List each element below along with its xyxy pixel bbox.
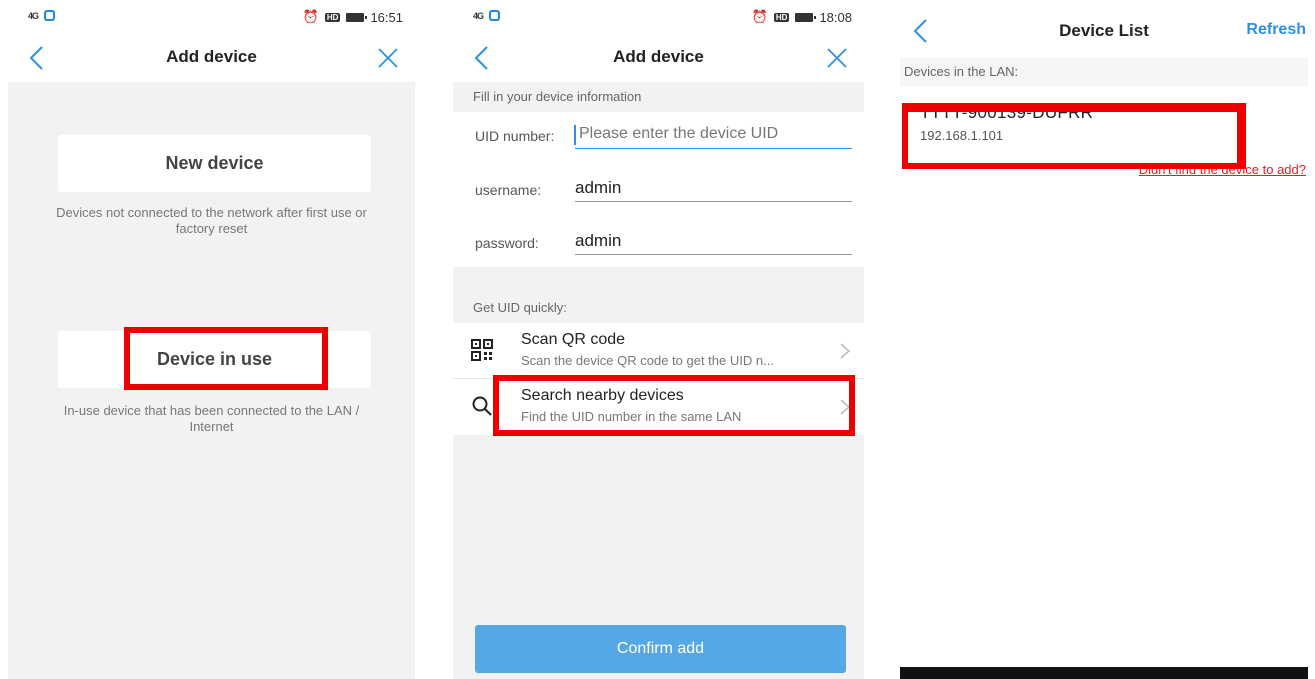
add-device-screen-2: 4G ⏰ HD 18:08 Add device Fill in your de… [453, 0, 864, 679]
device-info-section-label: Fill in your device information [473, 89, 642, 104]
page-title: Add device [166, 47, 257, 66]
scan-qr-subtitle: Scan the device QR code to get the UID n… [521, 353, 774, 368]
new-device-description: Devices not connected to the network aft… [56, 205, 367, 236]
nav-bar: Device List Refresh [900, 0, 1308, 62]
uid-label: UID number: [475, 128, 555, 144]
hd-icon: HD [324, 12, 341, 22]
chevron-right-icon [840, 343, 851, 359]
nav-bar: Add device [8, 34, 415, 82]
status-bar: 4G ⏰ HD 18:08 [453, 0, 864, 34]
alarm-icon: ⏰ [302, 9, 319, 24]
close-icon[interactable] [824, 45, 850, 71]
highlight-box [902, 103, 1246, 169]
username-label: username: [475, 182, 542, 198]
password-field[interactable]: admin [575, 231, 621, 251]
hd-icon: HD [773, 12, 790, 22]
search-icon [472, 396, 492, 416]
scan-qr-title: Scan QR code [521, 331, 626, 348]
app-notification-icon [44, 10, 56, 21]
alarm-icon: ⏰ [751, 9, 768, 24]
bottom-bar [900, 667, 1308, 679]
signal-icon: 4G [473, 10, 484, 21]
nav-bar: Add device [453, 34, 864, 82]
username-field[interactable]: admin [575, 178, 621, 198]
lan-label: Devices in the LAN: [904, 64, 1019, 79]
app-notification-icon [489, 10, 501, 21]
scan-qr-code-option[interactable]: Scan QR code Scan the device QR code to … [453, 325, 864, 377]
page-title: Add device [613, 47, 704, 66]
lan-section-header: Devices in the LAN: [900, 58, 1308, 86]
qr-code-icon [471, 339, 493, 361]
refresh-button[interactable]: Refresh [1246, 21, 1306, 39]
password-underline [575, 254, 852, 255]
battery-icon [795, 12, 817, 22]
highlight-box [493, 375, 855, 436]
status-time: 18:08 [819, 9, 852, 25]
device-info-form: UID number: username: admin password: ad… [453, 112, 864, 267]
close-icon[interactable] [375, 45, 401, 71]
confirm-add-button[interactable]: Confirm add [475, 625, 846, 673]
uid-underline [575, 148, 852, 149]
device-list-screen: Device List Refresh Devices in the LAN: … [900, 0, 1308, 679]
status-bar: 4G ⏰ HD 16:51 [8, 0, 415, 34]
new-device-label: New device [165, 153, 264, 173]
signal-icon: 4G [28, 10, 39, 21]
get-uid-section-label: Get UID quickly: [473, 300, 567, 315]
username-underline [575, 201, 852, 202]
password-label: password: [475, 235, 539, 251]
highlight-box [124, 327, 328, 390]
add-device-screen-1: 4G ⏰ HD 16:51 Add device New device Devi… [8, 0, 415, 679]
battery-icon [346, 12, 368, 22]
status-time: 16:51 [370, 9, 403, 25]
uid-input[interactable] [575, 125, 855, 143]
new-device-button[interactable]: New device [58, 135, 371, 192]
device-in-use-description: In-use device that has been connected to… [63, 403, 360, 434]
